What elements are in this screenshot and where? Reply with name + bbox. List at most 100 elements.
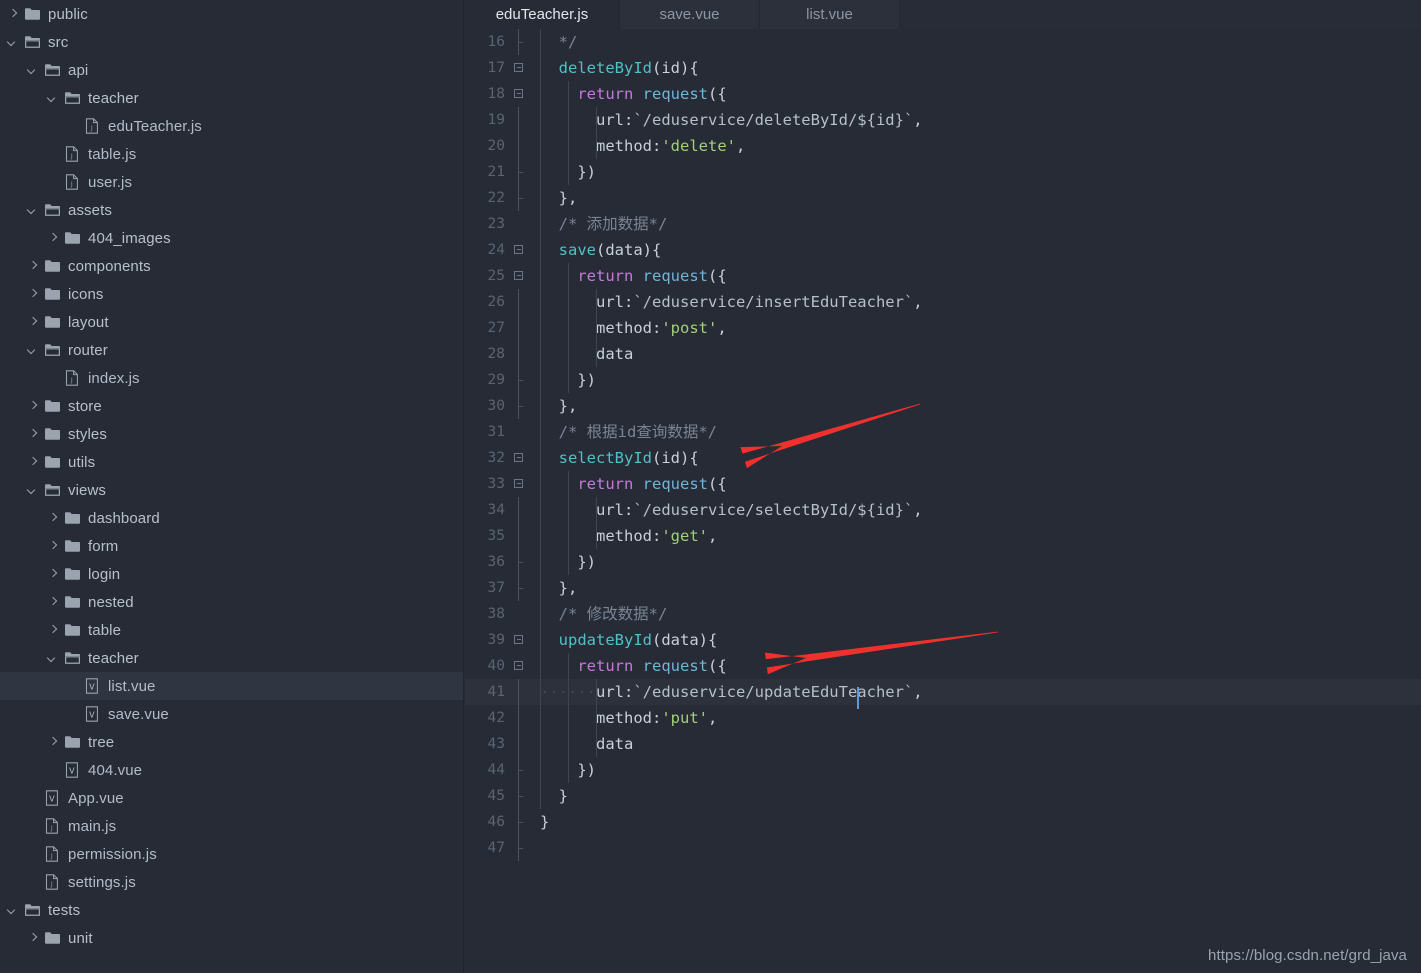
code-line-45[interactable]: 45 } [465,783,1421,809]
chevron-right-icon[interactable] [26,315,40,329]
chevron-down-icon[interactable] [6,35,20,49]
chevron-right-icon[interactable] [26,399,40,413]
chevron-down-icon[interactable] [46,91,60,105]
chevron-right-icon[interactable] [46,511,60,525]
code-line-26[interactable]: 26 url:`/eduservice/insertEduTeacher`, [465,289,1421,315]
tree-item-404-images[interactable]: 404_images [0,224,463,252]
tree-item-login[interactable]: login [0,560,463,588]
code-line-33[interactable]: 33 return request({ [465,471,1421,497]
code-line-31[interactable]: 31 /* 根据id查询数据*/ [465,419,1421,445]
tree-item-store[interactable]: store [0,392,463,420]
code-line-41[interactable]: 41 ······url:`/eduservice/updateEduTeache… [465,679,1421,709]
tree-item-dashboard[interactable]: dashboard [0,504,463,532]
tree-item-nested[interactable]: nested [0,588,463,616]
code-line-46[interactable]: 46} [465,809,1421,835]
code-line-30[interactable]: 30 }, [465,393,1421,419]
fold-collapse-icon[interactable] [511,81,531,107]
code-line-32[interactable]: 32 selectById(id){ [465,445,1421,471]
chevron-right-icon[interactable] [6,7,20,21]
tree-item-teacher[interactable]: teacher [0,84,463,112]
code-line-25[interactable]: 25 return request({ [465,263,1421,289]
chevron-right-icon[interactable] [46,595,60,609]
code-line-23[interactable]: 23 /* 添加数据*/ [465,211,1421,237]
chevron-down-icon[interactable] [46,651,60,665]
chevron-right-icon[interactable] [46,735,60,749]
chevron-down-icon[interactable] [26,203,40,217]
tree-item-unit[interactable]: unit [0,924,463,952]
tree-item-list-vue[interactable]: Vlist.vue [0,672,463,700]
tree-item-layout[interactable]: layout [0,308,463,336]
code-line-37[interactable]: 37 }, [465,575,1421,601]
tree-item-styles[interactable]: styles [0,420,463,448]
chevron-right-icon[interactable] [46,539,60,553]
code-line-38[interactable]: 38 /* 修改数据*/ [465,601,1421,627]
chevron-down-icon[interactable] [26,343,40,357]
fold-collapse-icon[interactable] [511,237,531,263]
code-line-44[interactable]: 44 }) [465,757,1421,783]
code-line-40[interactable]: 40 return request({ [465,653,1421,679]
tree-item-table-js[interactable]: Jtable.js [0,140,463,168]
tree-item-table[interactable]: table [0,616,463,644]
code-line-35[interactable]: 35 method:'get', [465,523,1421,549]
tree-item-save-vue[interactable]: Vsave.vue [0,700,463,728]
tree-item-index-js[interactable]: Jindex.js [0,364,463,392]
tree-item-views[interactable]: views [0,476,463,504]
chevron-right-icon[interactable] [46,623,60,637]
chevron-right-icon[interactable] [26,287,40,301]
tree-item-assets[interactable]: assets [0,196,463,224]
code-line-18[interactable]: 18 return request({ [465,81,1421,107]
editor-tab-bar[interactable]: eduTeacher.js save.vue list.vue [465,0,1421,29]
code-line-36[interactable]: 36 }) [465,549,1421,575]
chevron-down-icon[interactable] [26,483,40,497]
code-line-21[interactable]: 21 }) [465,159,1421,185]
code-line-42[interactable]: 42 method:'put', [465,705,1421,731]
tree-item-components[interactable]: components [0,252,463,280]
tree-item-settings-js[interactable]: Jsettings.js [0,868,463,896]
chevron-right-icon[interactable] [26,259,40,273]
code-line-24[interactable]: 24 save(data){ [465,237,1421,263]
code-line-43[interactable]: 43 data [465,731,1421,757]
tree-item-icons[interactable]: icons [0,280,463,308]
chevron-right-icon[interactable] [46,231,60,245]
editor-tab-list-vue[interactable]: list.vue [760,0,900,29]
tree-item-404-vue[interactable]: V 404.vue [0,756,463,784]
code-line-34[interactable]: 34 url:`/eduservice/selectById/${id}`, [465,497,1421,523]
chevron-down-icon[interactable] [6,903,20,917]
code-line-20[interactable]: 20 method:'delete', [465,133,1421,159]
fold-collapse-icon[interactable] [511,471,531,497]
editor-tab-save-vue[interactable]: save.vue [620,0,760,29]
tree-item-api[interactable]: api [0,56,463,84]
tree-item-permission-js[interactable]: Jpermission.js [0,840,463,868]
chevron-down-icon[interactable] [26,63,40,77]
code-line-29[interactable]: 29 }) [465,367,1421,393]
chevron-right-icon[interactable] [26,455,40,469]
tree-item-app-vue[interactable]: V App.vue [0,784,463,812]
code-line-39[interactable]: 39 updateById(data){ [465,627,1421,653]
fold-collapse-icon[interactable] [511,445,531,471]
tree-item-eduteacher-js[interactable]: JeduTeacher.js [0,112,463,140]
tree-item-form[interactable]: form [0,532,463,560]
tree-item-tree[interactable]: tree [0,728,463,756]
code-line-17[interactable]: 17 deleteById(id){ [465,55,1421,81]
tree-item-main-js[interactable]: Jmain.js [0,812,463,840]
tree-item-tests[interactable]: tests [0,896,463,924]
code-line-19[interactable]: 19 url:`/eduservice/deleteById/${id}`, [465,107,1421,133]
chevron-right-icon[interactable] [46,567,60,581]
tree-item-teacher[interactable]: teacher [0,644,463,672]
fold-collapse-icon[interactable] [511,627,531,653]
chevron-right-icon[interactable] [26,931,40,945]
fold-collapse-icon[interactable] [511,653,531,679]
code-editor[interactable]: 16 */17 deleteById(id){18 return request… [465,29,1421,973]
tree-item-src[interactable]: src [0,28,463,56]
code-line-27[interactable]: 27 method:'post', [465,315,1421,341]
tree-item-public[interactable]: public [0,0,463,28]
fold-collapse-icon[interactable] [511,55,531,81]
code-line-16[interactable]: 16 */ [465,29,1421,55]
chevron-right-icon[interactable] [26,427,40,441]
tree-item-user-js[interactable]: Juser.js [0,168,463,196]
tree-item-utils[interactable]: utils [0,448,463,476]
fold-collapse-icon[interactable] [511,263,531,289]
code-line-22[interactable]: 22 }, [465,185,1421,211]
code-line-47[interactable]: 47 [465,835,1421,861]
project-file-tree[interactable]: public src api teacher JeduTeacher.js Jtable.… [0,0,464,973]
